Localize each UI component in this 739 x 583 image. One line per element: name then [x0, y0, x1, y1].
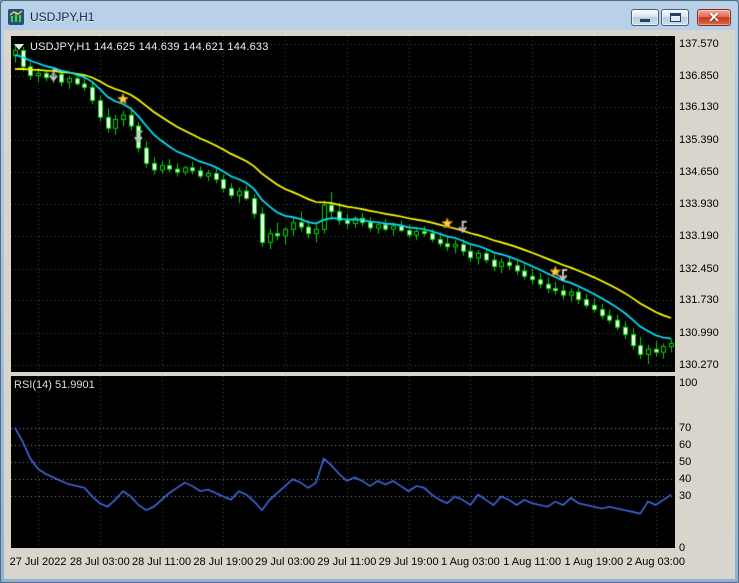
- price-axis-label: 137.570: [679, 37, 719, 50]
- rsi-axis-label: 50: [679, 456, 692, 468]
- ohlc-info-line[interactable]: USDJPY,H1 144.625 144.639 144.621 144.63…: [14, 41, 269, 53]
- price-axis-label: 136.850: [679, 69, 719, 82]
- time-axis-label: 1 Aug 19:00: [564, 556, 624, 568]
- time-axis-label: 1 Aug 11:00: [503, 556, 562, 568]
- time-axis-label: 29 Jul 03:00: [255, 556, 316, 568]
- symbol-dropdown-icon[interactable]: [14, 44, 24, 50]
- rsi-indicator-label: RSI(14) 51.9901: [14, 379, 95, 391]
- rsi-axis-label: 40: [679, 473, 692, 486]
- window-controls: [631, 8, 731, 26]
- time-axis-label: 28 Jul 11:00: [131, 556, 192, 568]
- minimize-button[interactable]: [631, 8, 659, 26]
- chart-client: USDJPY,H1 144.625 144.639 144.621 144.63…: [4, 30, 735, 579]
- time-axis-label: 27 Jul 2022: [9, 556, 67, 568]
- minimize-icon: [640, 18, 650, 22]
- restore-button[interactable]: [661, 8, 689, 26]
- close-icon: [698, 10, 730, 25]
- restore-icon: [670, 12, 681, 22]
- time-axis-label: 28 Jul 03:00: [69, 556, 130, 568]
- rsi-chart[interactable]: [11, 376, 675, 548]
- rsi-axis-label: 30: [679, 490, 692, 503]
- close-button[interactable]: [697, 8, 731, 26]
- rsi-axis-label: 0: [679, 542, 686, 554]
- price-axis-label: 133.930: [679, 197, 719, 210]
- price-axis-label: 132.450: [679, 262, 719, 275]
- price-chart[interactable]: [11, 36, 675, 372]
- time-axis-label: 29 Jul 19:00: [378, 556, 439, 568]
- price-axis-label: 134.650: [679, 166, 719, 179]
- price-axis-label: 130.990: [679, 326, 719, 339]
- titlebar[interactable]: USDJPY,H1: [4, 4, 735, 30]
- time-axis-label: 29 Jul 11:00: [317, 556, 377, 568]
- time-axis-label: 1 Aug 03:00: [441, 556, 500, 568]
- rsi-axis-label: 70: [679, 421, 692, 434]
- price-axis-label: 131.730: [679, 294, 719, 307]
- rsi-axis-label: 100: [679, 377, 698, 389]
- price-axis-label: 133.190: [679, 230, 719, 243]
- chart-window: USDJPY,H1 USDJPY,H1 144.625 144.639 144.…: [0, 0, 739, 583]
- time-axis-label: 28 Jul 19:00: [193, 556, 254, 568]
- time-axis-label: 2 Aug 03:00: [626, 556, 686, 568]
- app-chart-icon: [8, 9, 24, 25]
- window-title: USDJPY,H1: [30, 10, 95, 24]
- price-axis-label: 135.390: [679, 133, 719, 146]
- price-axis-label: 130.270: [679, 358, 719, 371]
- price-axis-label: 136.130: [679, 101, 719, 114]
- ohlc-info-text: USDJPY,H1 144.625 144.639 144.621 144.63…: [30, 41, 269, 53]
- rsi-axis-label: 60: [679, 438, 692, 451]
